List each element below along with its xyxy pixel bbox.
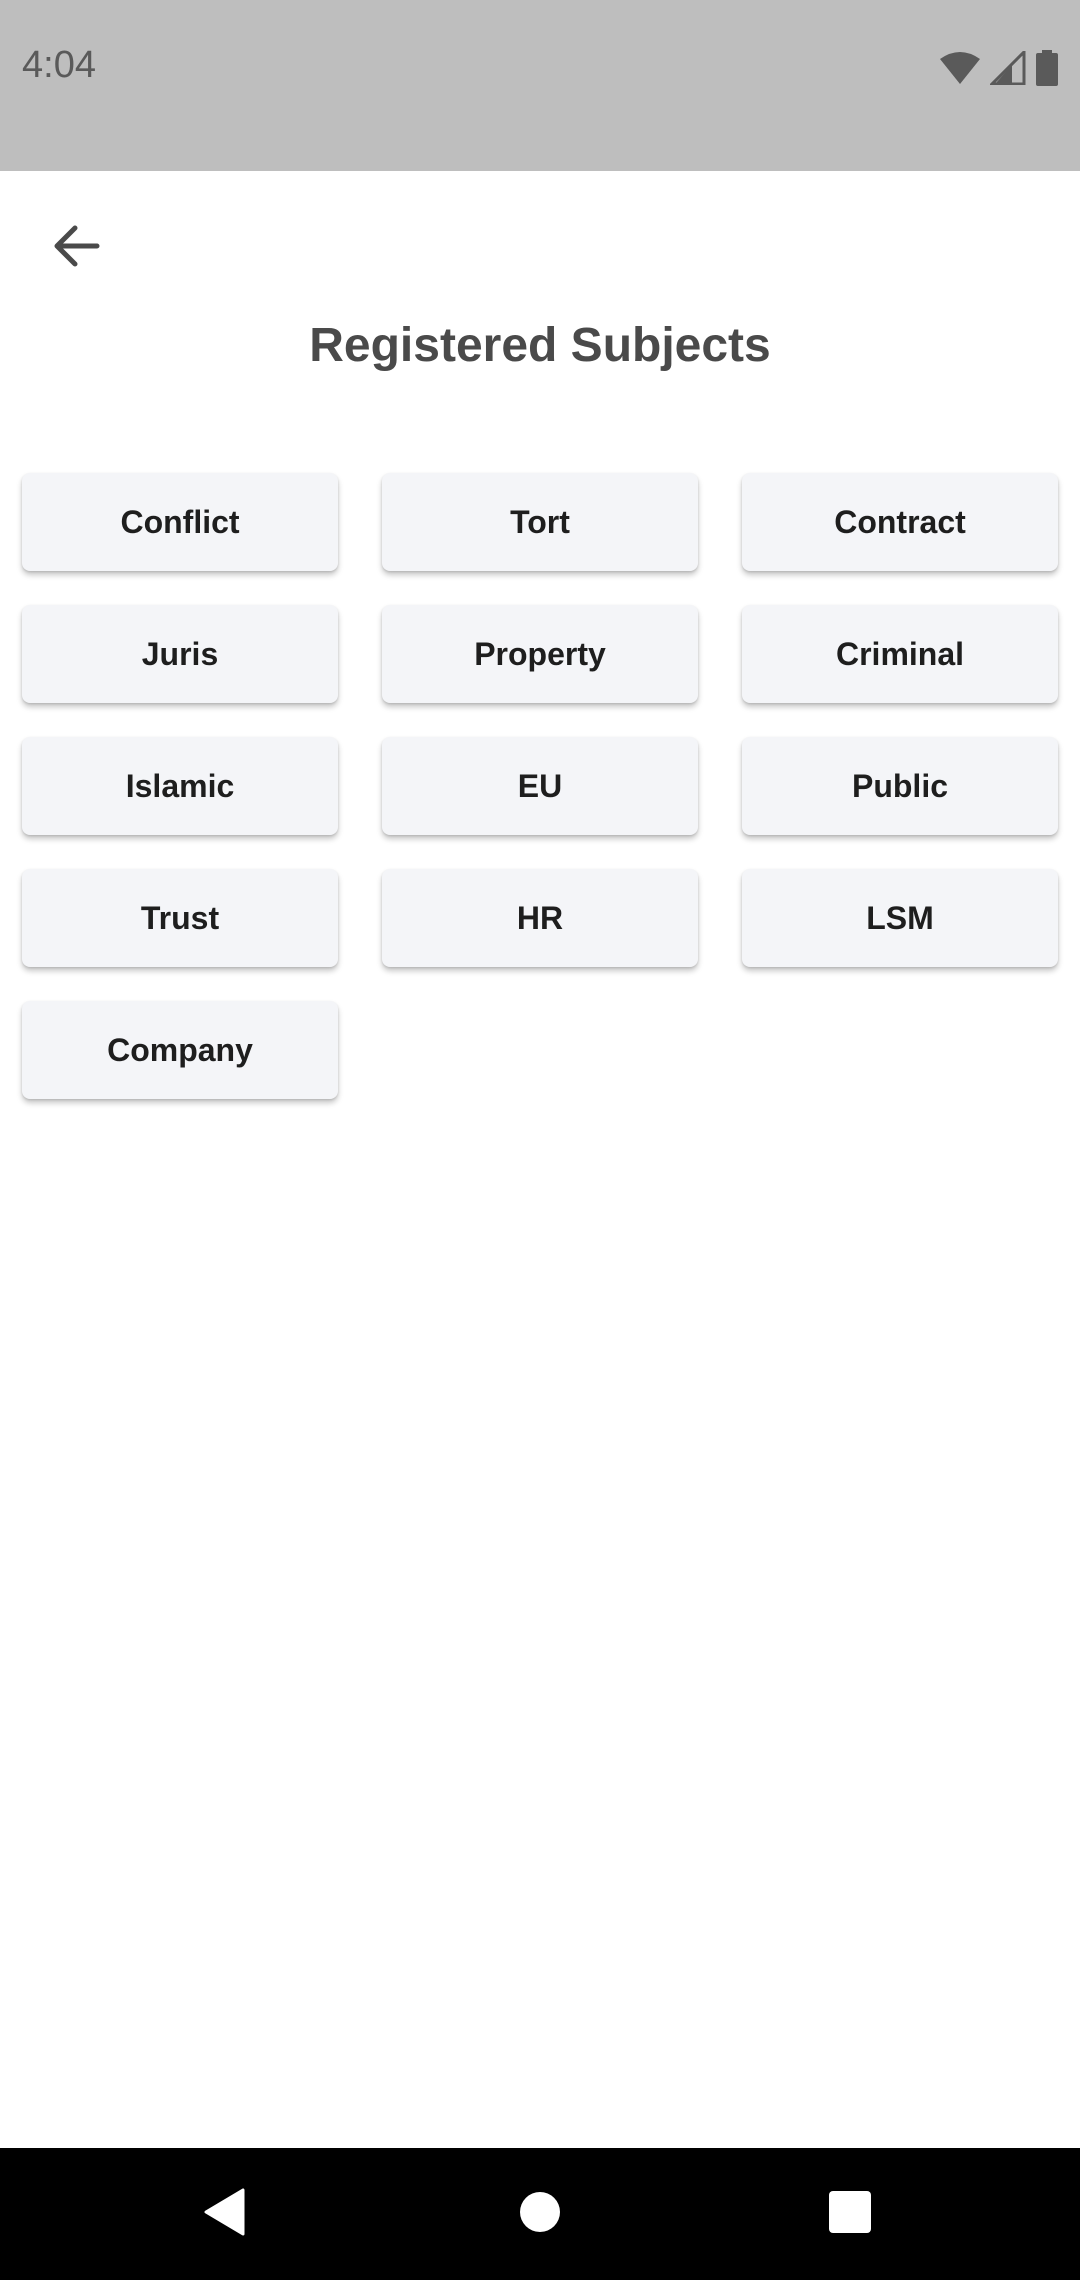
arrow-left-icon — [51, 224, 101, 273]
subject-button-lsm[interactable]: LSM — [742, 869, 1058, 967]
subject-button-juris[interactable]: Juris — [22, 605, 338, 703]
subject-button-public[interactable]: Public — [742, 737, 1058, 835]
page-title: Registered Subjects — [309, 319, 771, 372]
screen: 4:04 Registered Subjects Conflict Tort C… — [0, 0, 1080, 2280]
wifi-icon — [940, 51, 980, 85]
nav-recents-button[interactable] — [770, 2148, 930, 2280]
battery-icon — [1036, 50, 1058, 86]
subject-button-conflict[interactable]: Conflict — [22, 473, 338, 571]
subject-button-criminal[interactable]: Criminal — [742, 605, 1058, 703]
subject-button-company[interactable]: Company — [22, 1001, 338, 1099]
square-recents-icon — [828, 2190, 872, 2239]
back-button[interactable] — [40, 212, 112, 284]
circle-home-icon — [519, 2191, 561, 2238]
status-icons — [940, 48, 1058, 88]
subject-button-contract[interactable]: Contract — [742, 473, 1058, 571]
nav-home-button[interactable] — [460, 2148, 620, 2280]
subject-button-hr[interactable]: HR — [382, 869, 698, 967]
nav-back-button[interactable] — [145, 2148, 305, 2280]
subject-button-trust[interactable]: Trust — [22, 869, 338, 967]
navigation-bar — [0, 2148, 1080, 2280]
subject-button-islamic[interactable]: Islamic — [22, 737, 338, 835]
status-bar: 4:04 — [0, 0, 1080, 171]
triangle-back-icon — [203, 2188, 247, 2241]
subject-button-eu[interactable]: EU — [382, 737, 698, 835]
status-time: 4:04 — [22, 44, 96, 86]
subject-button-property[interactable]: Property — [382, 605, 698, 703]
subject-grid: Conflict Tort Contract Juris Property Cr… — [22, 473, 1058, 1099]
subject-button-tort[interactable]: Tort — [382, 473, 698, 571]
cell-signal-icon — [990, 51, 1026, 85]
